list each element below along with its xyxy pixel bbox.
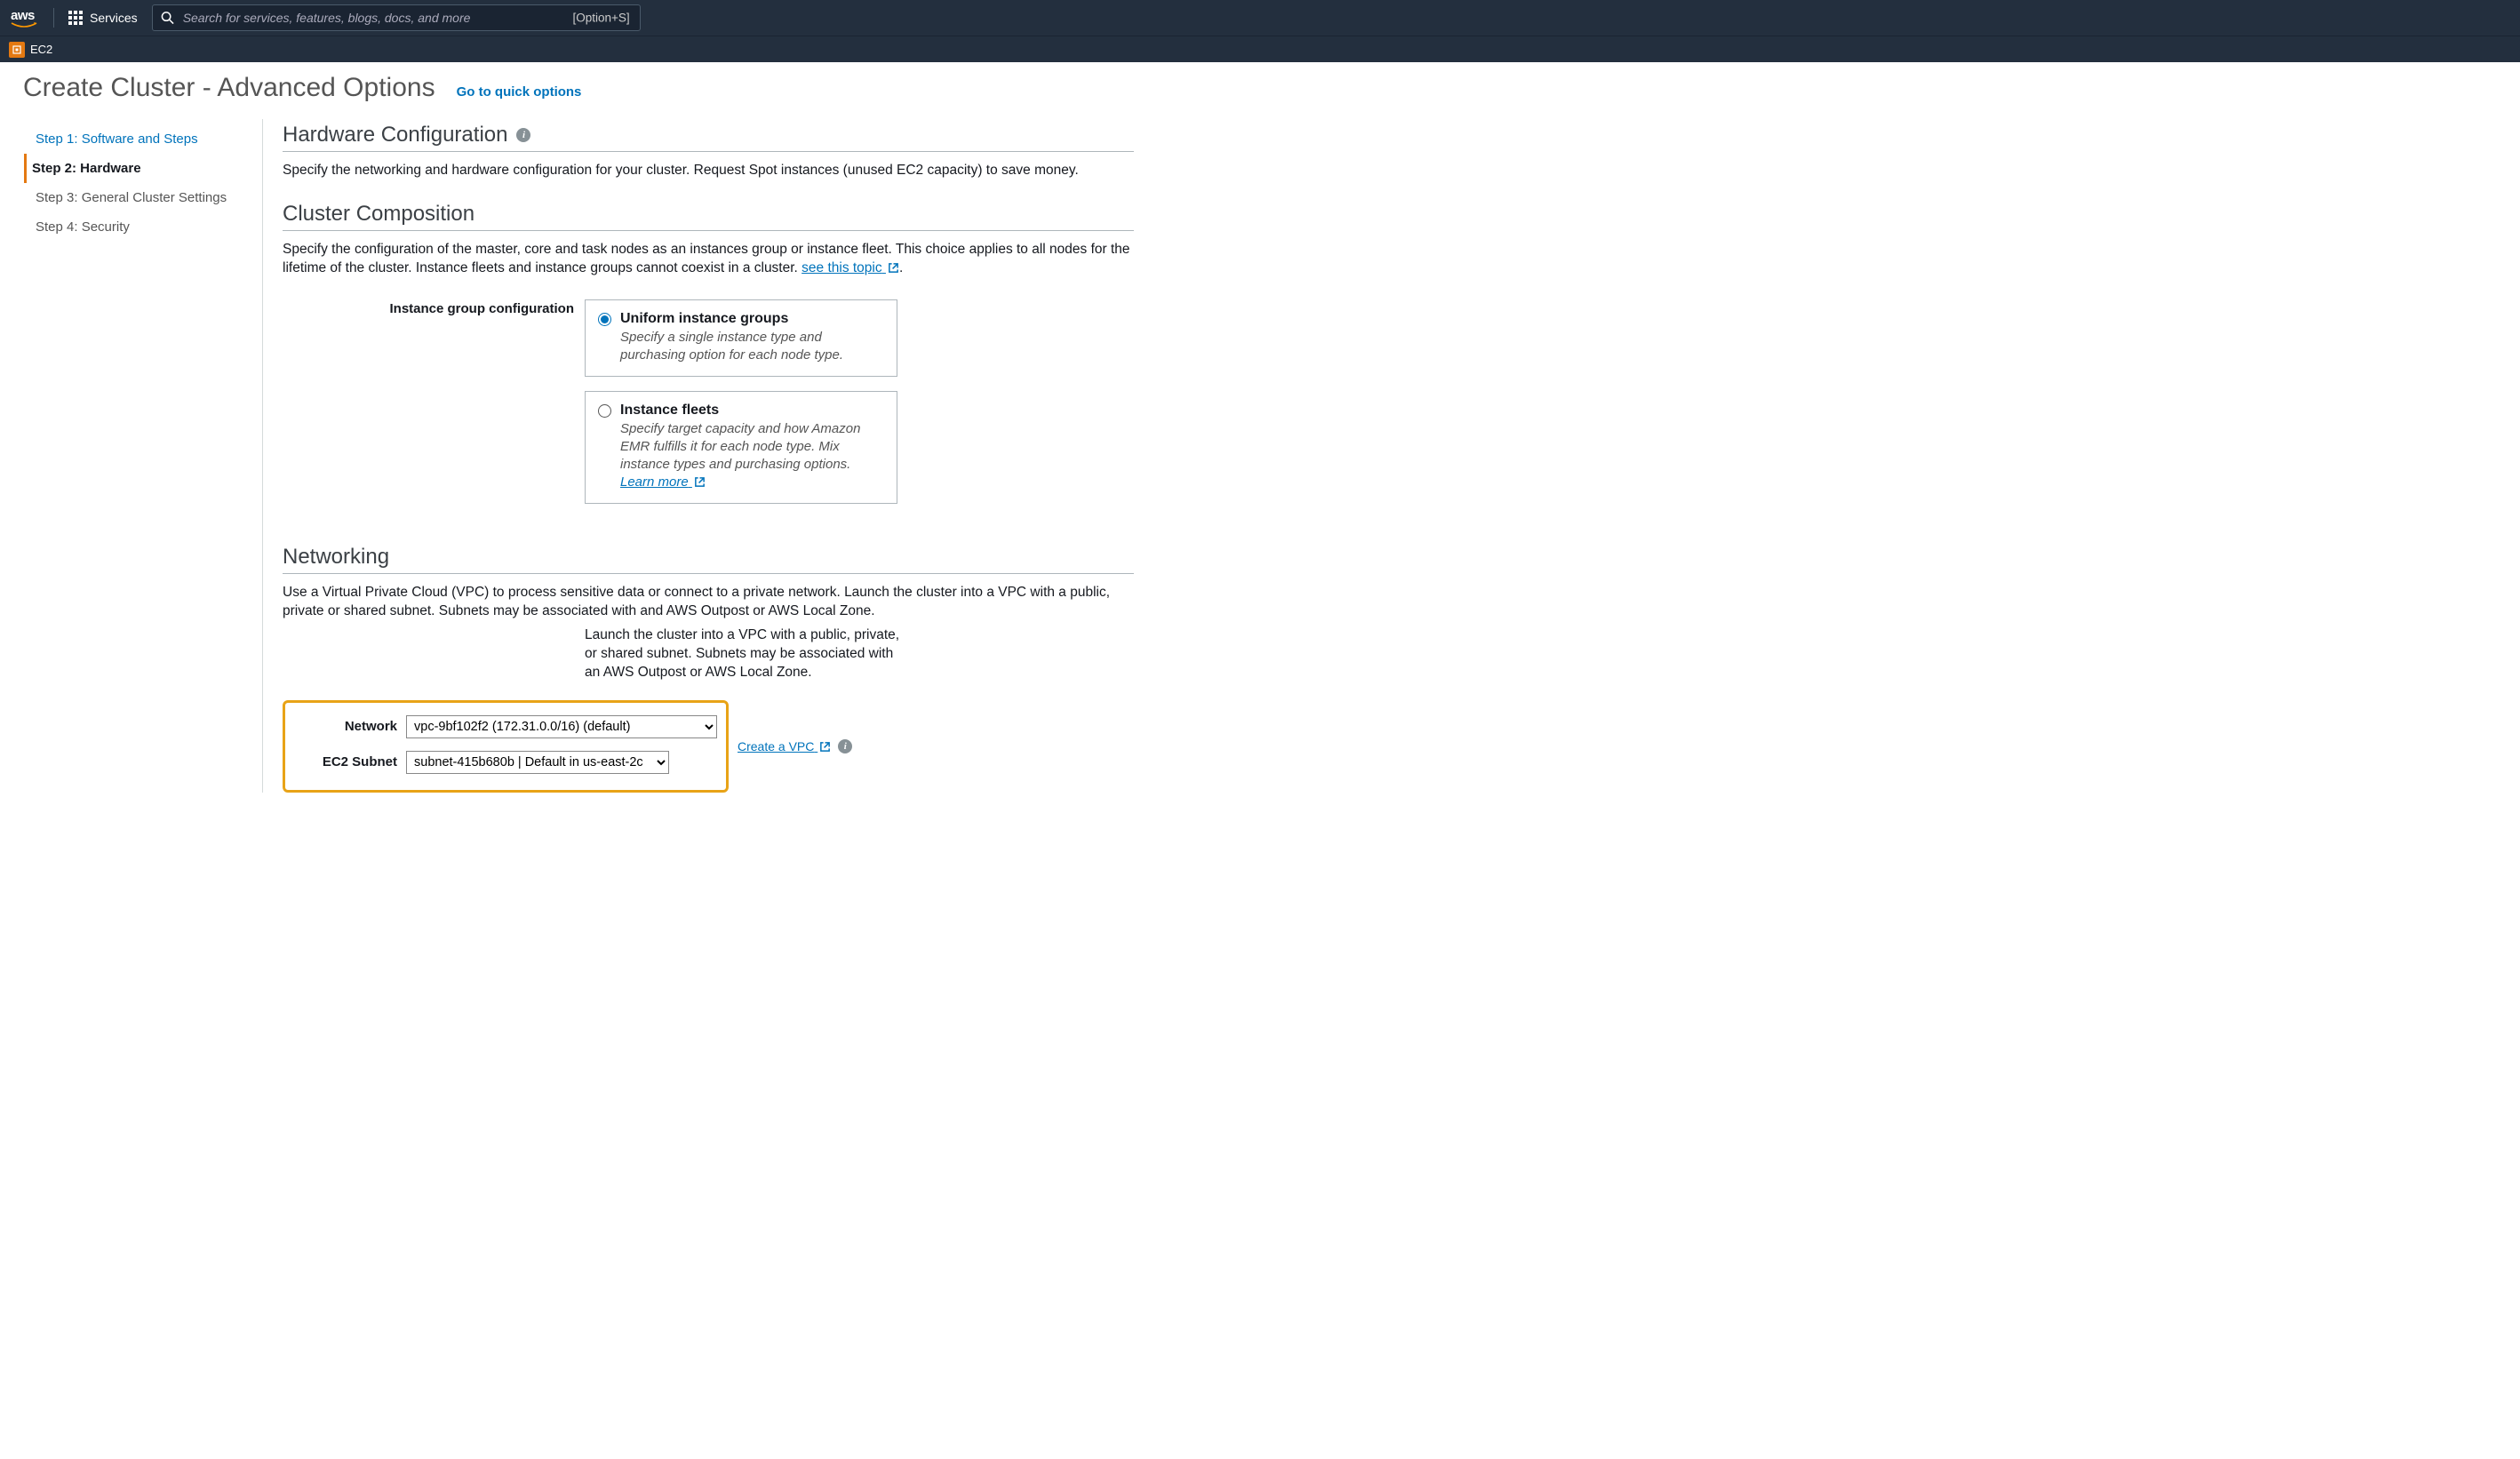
hardware-desc: Specify the networking and hardware conf… [283,161,1134,180]
hardware-heading: Hardware Configuration [283,123,507,147]
service-chip-label: EC2 [30,43,52,56]
wizard-steps-sidebar: Step 1: Software and Steps Step 2: Hardw… [23,119,263,793]
ec2-icon [9,42,25,58]
global-search: [Option+S] [152,4,641,31]
radio-fleets-title: Instance fleets [620,403,719,419]
composition-desc: Specify the configuration of the master,… [283,240,1134,278]
step-software[interactable]: Step 1: Software and Steps [32,124,246,154]
composition-heading: Cluster Composition [283,202,474,227]
networking-help-text: Launch the cluster into a VPC with a pub… [585,626,900,682]
radio-uniform-desc: Specify a single instance type and purch… [620,329,884,365]
instance-group-config-label: Instance group configuration [283,299,585,316]
external-link-icon [888,262,899,274]
network-select[interactable]: vpc-9bf102f2 (172.31.0.0/16) (default) [406,715,717,738]
service-chip-ec2[interactable]: EC2 [9,42,52,58]
networking-controls-row: Network vpc-9bf102f2 (172.31.0.0/16) (de… [283,700,1134,793]
services-menu-button[interactable]: Services [63,7,143,28]
quick-options-link[interactable]: Go to quick options [457,84,582,100]
subnet-label: EC2 Subnet [294,754,406,769]
networking-highlight-box: Network vpc-9bf102f2 (172.31.0.0/16) (de… [283,700,729,793]
composition-heading-row: Cluster Composition [283,202,1134,231]
radio-fleets-desc: Specify target capacity and how Amazon E… [620,420,884,492]
search-input[interactable] [152,4,641,31]
page-header: Create Cluster - Advanced Options Go to … [23,73,2497,103]
services-label: Services [90,11,138,25]
info-icon[interactable]: i [838,739,852,753]
networking-heading-row: Networking [283,545,1134,574]
radio-uniform-groups[interactable]: Uniform instance groups Specify a single… [585,299,897,377]
see-topic-link[interactable]: see this topic [801,260,899,275]
subnet-select[interactable]: subnet-415b680b | Default in us-east-2c [406,751,669,774]
networking-heading: Networking [283,545,389,570]
separator [53,8,54,28]
info-icon[interactable]: i [516,128,530,142]
radio-icon [598,404,611,418]
aws-logo[interactable]: aws [11,9,37,28]
create-vpc-link[interactable]: Create a VPC [738,739,831,753]
grid-icon [68,11,83,25]
global-nav: aws Services [Option+S] [0,0,2520,36]
service-breadcrumb-bar: EC2 [0,36,2520,62]
radio-instance-fleets[interactable]: Instance fleets Specify target capacity … [585,391,897,504]
radio-icon [598,313,611,326]
networking-field-block: Launch the cluster into a VPC with a pub… [283,626,1134,691]
main-content: Hardware Configuration i Specify the net… [263,119,1134,793]
external-link-icon [694,476,706,488]
step-general[interactable]: Step 3: General Cluster Settings [32,183,246,212]
search-icon [161,12,174,25]
network-label: Network [294,719,406,734]
search-shortcut-hint: [Option+S] [573,12,630,25]
step-hardware[interactable]: Step 2: Hardware [24,154,246,183]
step-security[interactable]: Step 4: Security [32,212,246,242]
instance-group-config-row: Instance group configuration Uniform ins… [283,299,1134,518]
networking-desc: Use a Virtual Private Cloud (VPC) to pro… [283,583,1134,621]
radio-uniform-title: Uniform instance groups [620,311,788,327]
page-title: Create Cluster - Advanced Options [23,73,435,103]
learn-more-link[interactable]: Learn more [620,474,706,490]
hardware-heading-row: Hardware Configuration i [283,123,1134,152]
external-link-icon [819,741,831,753]
